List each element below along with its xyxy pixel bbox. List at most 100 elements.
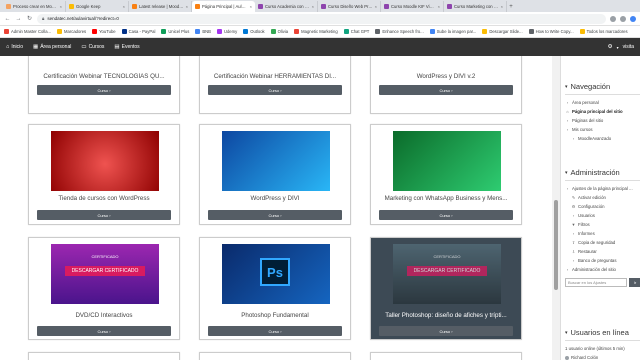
course-title[interactable]: Taller Photoshop: diseño de afiches y tr… bbox=[375, 312, 517, 319]
course-image[interactable]: CERTIFICADO DESCARGAR CERTIFICADO bbox=[51, 244, 159, 304]
sidebar-item[interactable]: ✎ Activar edición bbox=[565, 193, 640, 202]
online-user[interactable]: Richard Colón bbox=[565, 353, 640, 360]
close-icon[interactable]: × bbox=[186, 4, 188, 9]
nav-eventos[interactable]: ▤ Eventos bbox=[114, 44, 139, 50]
reload-icon[interactable]: ↻ bbox=[26, 15, 33, 22]
sidebar-item[interactable]: › Páginas del sitio bbox=[565, 116, 640, 125]
extension-icon[interactable] bbox=[620, 15, 626, 22]
course-card[interactable]: Ps Photoshop Fundamental Curso › bbox=[199, 237, 351, 340]
sidebar-item[interactable]: › Mis cursos bbox=[565, 125, 640, 134]
bookmark-item[interactable]: Magnetic Marketing bbox=[294, 29, 338, 34]
close-icon[interactable]: × bbox=[501, 4, 503, 9]
browser-tab[interactable]: Curso Academia con WordPr× bbox=[255, 1, 318, 12]
bookmark-item[interactable]: Casa - PayPal bbox=[121, 29, 155, 34]
nav--rea-personal[interactable]: ▦ Área personal bbox=[33, 44, 71, 50]
course-title[interactable]: Marketing con WhatsApp Business y Mens..… bbox=[375, 195, 517, 202]
bookmark-item[interactable]: Unicel Plus bbox=[161, 29, 189, 34]
bookmark-item[interactable]: Udemy bbox=[216, 29, 237, 34]
navigation-heading[interactable]: ▾ Navegación bbox=[565, 82, 640, 91]
course-button[interactable]: Curso › bbox=[208, 326, 342, 336]
settings-search-button[interactable]: Ir bbox=[629, 278, 640, 287]
sidebar-item[interactable]: › Área personal bbox=[565, 98, 640, 107]
course-card[interactable]: WordPress y DIVI Curso › bbox=[199, 124, 351, 225]
forward-icon[interactable]: → bbox=[15, 15, 22, 22]
settings-search-input[interactable]: Buscar en los Ajustes bbox=[565, 278, 627, 287]
bookmark-item[interactable]: Enhance Speech fro... bbox=[375, 29, 424, 34]
bookmark-item[interactable]: Admin Master Colla... bbox=[4, 29, 51, 34]
bookmark-item[interactable]: Marcadores bbox=[57, 29, 86, 34]
bookmark-item[interactable]: Descargar Slide... bbox=[482, 29, 523, 34]
course-card[interactable]: Certificación Webinar TECNOLOGÍAS QU... C… bbox=[28, 56, 180, 114]
browser-tab[interactable]: Curso Moodle KIF Video tut× bbox=[381, 1, 444, 12]
gear-icon[interactable]: ⚙ bbox=[608, 44, 613, 50]
course-card[interactable] bbox=[199, 352, 351, 360]
extension-icon[interactable] bbox=[610, 15, 616, 22]
course-button[interactable]: Curso › bbox=[379, 85, 513, 95]
course-button[interactable]: Curso › bbox=[379, 210, 513, 220]
bookmark-item[interactable]: BNB bbox=[195, 29, 211, 34]
user-menu[interactable]: ⚙ ▾ visita bbox=[608, 44, 634, 50]
browser-tab[interactable]: Curso Diseño Web Profesion× bbox=[318, 1, 381, 12]
sidebar-item[interactable]: › Administración del sitio bbox=[565, 265, 640, 274]
course-button[interactable]: Curso › bbox=[208, 85, 342, 95]
bookmark-item[interactable]: Sube la imagen par... bbox=[429, 29, 476, 34]
course-button[interactable]: Curso › bbox=[37, 210, 171, 220]
bookmark-item[interactable]: YouTube bbox=[92, 29, 116, 34]
course-button[interactable]: Curso › bbox=[37, 326, 171, 336]
course-card[interactable] bbox=[28, 352, 180, 360]
course-image[interactable] bbox=[393, 131, 501, 191]
course-button[interactable]: Curso › bbox=[379, 326, 513, 336]
sidebar-item[interactable]: › MoodleAvanzado bbox=[565, 134, 640, 143]
nav-cursos[interactable]: ▭ Cursos bbox=[81, 44, 104, 50]
course-title[interactable]: Tienda de cursos con WordPress bbox=[33, 195, 175, 202]
sidebar-item[interactable]: › Usuarios bbox=[565, 211, 640, 220]
course-button[interactable]: Curso › bbox=[208, 210, 342, 220]
course-card[interactable]: WordPress y DIVI v.2 Curso › bbox=[370, 56, 522, 114]
sidebar-item[interactable]: ⇧ Copia de seguridad bbox=[565, 238, 640, 247]
close-icon[interactable]: × bbox=[312, 4, 314, 9]
bookmark-item[interactable]: Olivia bbox=[270, 29, 288, 34]
browser-tab[interactable]: Latest release | Moodle downl× bbox=[129, 1, 192, 12]
close-icon[interactable]: × bbox=[250, 4, 252, 9]
course-image[interactable] bbox=[222, 131, 330, 191]
course-title[interactable]: Photoshop Fundamental bbox=[204, 312, 346, 319]
profile-icon[interactable] bbox=[630, 15, 636, 22]
sidebar-item[interactable]: ⚙ Configuración bbox=[565, 202, 640, 211]
course-title[interactable]: WordPress y DIVI bbox=[204, 195, 346, 202]
course-title[interactable]: WordPress y DIVI v.2 bbox=[375, 73, 517, 80]
course-image[interactable] bbox=[51, 131, 159, 191]
course-card[interactable]: Certificación Webinar HERRAMIENTAS DI...… bbox=[199, 56, 351, 114]
sidebar-item[interactable]: › Ajustes de la página principal ... bbox=[565, 184, 640, 193]
close-icon[interactable]: × bbox=[375, 4, 377, 9]
course-card[interactable]: CERTIFICADO DESCARGAR CERTIFICADO DVD/CD I… bbox=[28, 237, 180, 340]
course-image[interactable]: CERTIFICADO DESCARGAR CERTIFICADO bbox=[393, 244, 501, 304]
close-icon[interactable]: × bbox=[438, 4, 440, 9]
bookmark-item[interactable]: How to Write Copy... bbox=[528, 29, 574, 34]
sidebar-item[interactable]: › Informes bbox=[565, 229, 640, 238]
course-card[interactable] bbox=[370, 352, 522, 360]
nav-inicio[interactable]: ⌂ Inicio bbox=[6, 44, 23, 50]
sidebar-item[interactable]: ⇩ Restaurar bbox=[565, 247, 640, 256]
course-card[interactable]: CERTIFICADO DESCARGAR CERTIFICADO Taller P… bbox=[370, 237, 522, 340]
course-title[interactable]: Certificación Webinar TECNOLOGÍAS QU... bbox=[33, 73, 175, 80]
sidebar-item[interactable]: ⌂ Página principal del sitio bbox=[565, 107, 640, 116]
course-button[interactable]: Curso › bbox=[37, 85, 171, 95]
url-field[interactable]: 🔒︎ sendatec.net/aulavirtual/?redirect=0 bbox=[37, 13, 606, 24]
close-icon[interactable]: × bbox=[60, 4, 62, 9]
course-title[interactable]: DVD/CD Interactivos bbox=[33, 312, 175, 319]
bookmark-item[interactable]: Outlook bbox=[243, 29, 265, 34]
back-icon[interactable]: ← bbox=[4, 15, 11, 22]
browser-tab[interactable]: Google Keep × bbox=[66, 1, 129, 12]
close-icon[interactable]: × bbox=[123, 4, 125, 9]
sidebar-item[interactable]: ▼ Filtros bbox=[565, 220, 640, 229]
online-users-heading[interactable]: ▾ Usuarios en línea bbox=[565, 328, 640, 337]
bookmark-item[interactable]: Chat GPT bbox=[343, 29, 369, 34]
browser-tab[interactable]: Curso Marketing con Whats× bbox=[444, 1, 507, 12]
course-card[interactable]: Marketing con WhatsApp Business y Mens..… bbox=[370, 124, 522, 225]
browser-tab[interactable]: Proceso crear en Moodle × bbox=[3, 1, 66, 12]
course-title[interactable]: Certificación Webinar HERRAMIENTAS DI... bbox=[204, 73, 346, 80]
course-image[interactable]: Ps bbox=[222, 244, 330, 304]
course-card[interactable]: Tienda de cursos con WordPress Curso › bbox=[28, 124, 180, 225]
bookmark-item[interactable]: Todos los marcadores bbox=[579, 29, 628, 34]
administration-heading[interactable]: ▾ Administración bbox=[565, 168, 640, 177]
